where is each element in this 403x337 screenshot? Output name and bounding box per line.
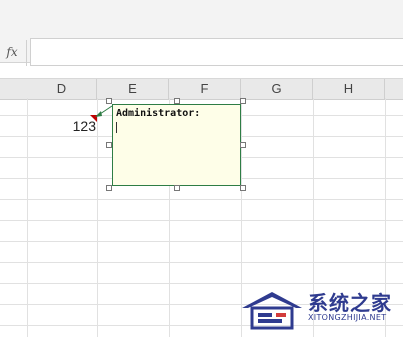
formula-divider [26, 40, 27, 66]
watermark-subtitle: XITONGZHIJIA.NET [308, 313, 387, 322]
comment-author: Administrator: [116, 108, 201, 119]
text-caret [116, 122, 117, 133]
grid-line [0, 220, 403, 221]
resize-handle-top-right[interactable] [240, 98, 246, 104]
resize-handle-right[interactable] [240, 142, 246, 148]
house-logo-icon [242, 292, 302, 330]
column-header-d[interactable]: D [27, 79, 97, 99]
resize-handle-top[interactable] [174, 98, 180, 104]
comment-box[interactable]: Administrator: [112, 104, 241, 186]
formula-bar: fx [0, 0, 403, 66]
grid-line [0, 262, 403, 263]
column-header-g[interactable]: G [241, 79, 313, 99]
watermark: 系统之家 XITONGZHIJIA.NET [238, 286, 403, 332]
column-header-h[interactable]: H [313, 79, 385, 99]
fx-icon[interactable]: fx [0, 40, 24, 64]
resize-handle-bottom-left[interactable] [106, 185, 112, 191]
grid-line [0, 241, 403, 242]
resize-handle-top-left[interactable] [106, 98, 112, 104]
formula-input[interactable] [30, 38, 403, 66]
grid-line [97, 98, 98, 337]
grid-line [0, 283, 403, 284]
grid-line [0, 199, 403, 200]
column-header-f[interactable]: F [169, 79, 241, 99]
resize-handle-left[interactable] [106, 142, 112, 148]
column-header-e[interactable]: E [97, 79, 169, 99]
watermark-title: 系统之家 [308, 291, 392, 315]
resize-handle-bottom[interactable] [174, 185, 180, 191]
resize-handle-bottom-right[interactable] [240, 185, 246, 191]
column-header-row: D E F G H [0, 78, 403, 100]
comment-indicator-icon [90, 115, 97, 122]
grid-line [27, 98, 28, 337]
